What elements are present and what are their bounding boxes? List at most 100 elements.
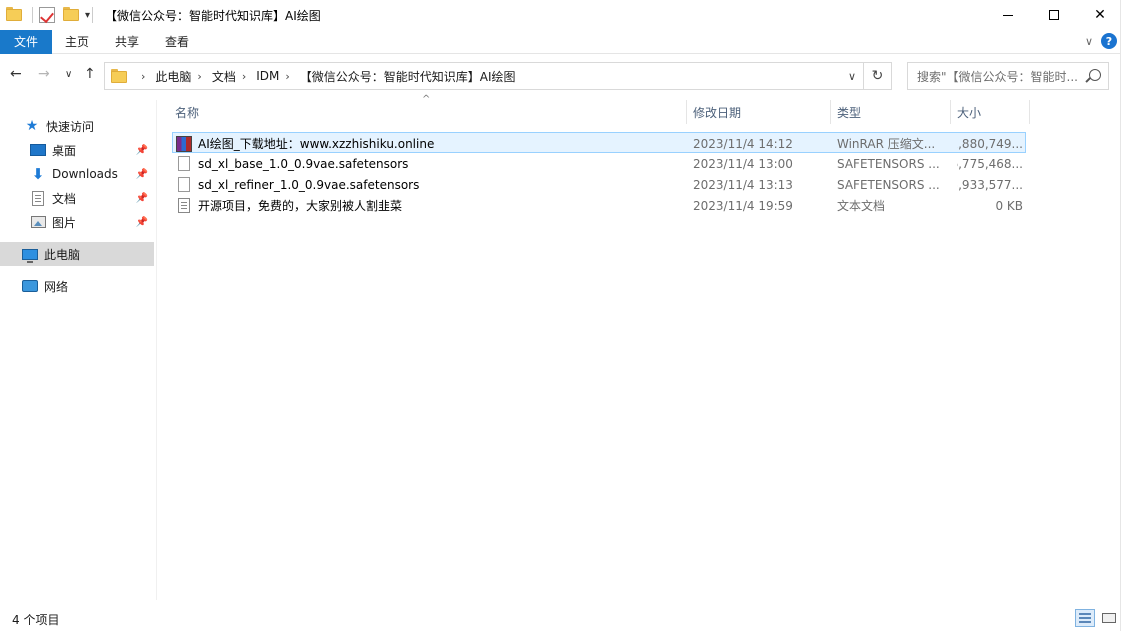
minimize-icon xyxy=(1003,14,1013,16)
table-row[interactable]: 开源项目，免费的，大家别被人割韭菜 2023/11/4 19:59 文本文档 0… xyxy=(172,195,1026,216)
table-row[interactable]: AI绘图_下载地址：www.xzzhishiku.online 2023/11/… xyxy=(172,132,1026,153)
sidebar-item-label: 图片 xyxy=(52,215,77,230)
item-count: 4 个项目 xyxy=(12,613,60,627)
back-arrow-icon[interactable]: ← xyxy=(10,66,22,82)
pin-icon[interactable]: 📌 xyxy=(136,145,148,156)
table-row[interactable]: sd_xl_base_1.0_0.9vae.safetensors 2023/1… xyxy=(172,153,1026,174)
close-button[interactable]: ✕ xyxy=(1077,0,1123,30)
file-name: sd_xl_refiner_1.0_0.9vae.safetensors xyxy=(198,177,420,192)
tab-share[interactable]: 共享 xyxy=(102,30,152,54)
sidebar-item-label: 快速访问 xyxy=(46,119,95,134)
file-name-cell: sd_xl_refiner_1.0_0.9vae.safetensors xyxy=(176,174,686,195)
breadcrumb-separator-icon: › xyxy=(141,69,146,83)
breadcrumb-separator-icon[interactable]: › xyxy=(242,70,246,83)
breadcrumb-separator-icon[interactable]: › xyxy=(285,70,289,83)
pane-divider[interactable] xyxy=(156,100,157,600)
breadcrumb-separator-icon[interactable]: › xyxy=(197,70,201,83)
file-date: 2023/11/4 13:00 xyxy=(693,156,793,171)
sidebar-item-documents[interactable]: 文档 📌 xyxy=(0,186,154,210)
file-name-cell: 开源项目，免费的，大家别被人割韭菜 xyxy=(176,195,686,216)
file-name: AI绘图_下载地址：www.xzzhishiku.online xyxy=(198,137,435,151)
this-pc-icon-wrap xyxy=(22,246,38,263)
file-size: 0 KB xyxy=(995,198,1023,213)
pictures-icon-wrap xyxy=(30,214,46,230)
ribbon-tabs: 文件 主页 共享 查看 ∨ ? xyxy=(0,29,1123,54)
address-history-dropdown-icon[interactable]: ∨ xyxy=(841,63,863,89)
help-icon[interactable]: ? xyxy=(1101,33,1117,49)
view-switcher xyxy=(1075,609,1119,627)
desktop-icon-wrap xyxy=(30,142,46,158)
tab-home[interactable]: 主页 xyxy=(52,30,102,54)
sidebar-item-label: 此电脑 xyxy=(44,247,81,262)
winrar-archive-icon xyxy=(176,135,192,152)
column-header-type[interactable]: 类型 xyxy=(830,100,950,124)
up-arrow-icon[interactable]: ↑ xyxy=(84,66,96,82)
file-size: 1,880,749... xyxy=(957,136,1023,151)
file-name: 开源项目，免费的，大家别被人割韭菜 xyxy=(198,199,403,213)
breadcrumb-idm[interactable]: IDM xyxy=(256,69,279,83)
sidebar-item-downloads[interactable]: ⬇ Downloads 📌 xyxy=(0,162,154,186)
minimize-button[interactable] xyxy=(985,0,1031,30)
folder-icon xyxy=(6,7,22,23)
search-icon xyxy=(1089,69,1101,81)
file-name-cell: sd_xl_base_1.0_0.9vae.safetensors xyxy=(176,153,686,174)
expand-ribbon-chevron-icon[interactable]: ∨ xyxy=(1085,35,1093,48)
file-date: 2023/11/4 19:59 xyxy=(693,198,793,213)
maximize-button[interactable] xyxy=(1031,0,1077,30)
sidebar-item-this-pc[interactable]: 此电脑 xyxy=(0,242,154,266)
window-title: 【微信公众号：智能时代知识库】AI绘图 xyxy=(105,8,321,23)
properties-icon[interactable] xyxy=(39,7,55,23)
file-size: 6,775,468... xyxy=(957,156,1023,171)
table-row[interactable]: sd_xl_refiner_1.0_0.9vae.safetensors 202… xyxy=(172,174,1026,195)
search-input[interactable]: 搜索"【微信公众号：智能时... xyxy=(907,62,1109,90)
sidebar-item-quick-access[interactable]: ★ 快速访问 xyxy=(0,114,154,138)
sidebar-item-network[interactable]: 网络 xyxy=(0,274,154,298)
column-divider[interactable] xyxy=(1029,100,1030,124)
column-header-date[interactable]: 修改日期 xyxy=(686,100,830,124)
text-file-icon xyxy=(176,197,192,214)
maximize-icon xyxy=(1049,10,1059,20)
pin-icon[interactable]: 📌 xyxy=(136,193,148,204)
sidebar-item-desktop[interactable]: 桌面 📌 xyxy=(0,138,154,162)
sidebar-item-label: 网络 xyxy=(44,279,69,294)
recent-locations-chevron-icon[interactable]: ∨ xyxy=(65,69,72,80)
file-icon xyxy=(176,155,192,172)
pin-icon[interactable]: 📌 xyxy=(136,169,148,180)
sidebar-item-pictures[interactable]: 图片 📌 xyxy=(0,210,154,234)
customize-toolbar-dropdown-icon[interactable]: ▾ xyxy=(85,10,90,21)
address-bar[interactable]: › 此电脑 › 文档 › IDM › 【微信公众号：智能时代知识库】AI绘图 ∨ xyxy=(104,62,864,90)
documents-icon-wrap xyxy=(30,190,46,206)
folder-icon xyxy=(111,69,127,83)
forward-arrow-icon[interactable]: → xyxy=(38,66,50,82)
tab-file[interactable]: 文件 xyxy=(0,29,53,54)
column-header-name[interactable]: 名称 xyxy=(168,100,686,124)
tab-view[interactable]: 查看 xyxy=(152,30,202,54)
desktop-icon xyxy=(30,144,46,156)
star-icon: ★ xyxy=(25,118,39,134)
file-type: WinRAR 压缩文... xyxy=(837,137,936,151)
file-icon xyxy=(176,176,192,193)
new-folder-icon[interactable] xyxy=(63,7,79,23)
breadcrumb-this-pc[interactable]: 此电脑 xyxy=(155,68,191,85)
navigation-pane: ★ 快速访问 桌面 📌 ⬇ Downloads 📌 文档 📌 图片 📌 此电脑 … xyxy=(0,100,156,600)
details-view-icon xyxy=(1079,613,1091,623)
refresh-icon: ↻ xyxy=(871,68,884,84)
sidebar-item-label: 桌面 xyxy=(52,143,77,158)
large-icons-view-button[interactable] xyxy=(1099,609,1119,627)
file-type: SAFETENSORS ... xyxy=(837,156,940,171)
file-type: SAFETENSORS ... xyxy=(837,177,940,192)
details-view-button[interactable] xyxy=(1075,609,1095,627)
file-size: 5,933,577... xyxy=(957,177,1023,192)
breadcrumb-documents[interactable]: 文档 xyxy=(212,68,236,85)
breadcrumb-current-folder[interactable]: 【微信公众号：智能时代知识库】AI绘图 xyxy=(300,68,516,85)
file-date: 2023/11/4 13:13 xyxy=(693,177,793,192)
title-bar: ▾ 【微信公众号：智能时代知识库】AI绘图 ✕ xyxy=(0,0,1123,30)
column-header-size[interactable]: 大小 xyxy=(950,100,1030,124)
sidebar-item-label: 文档 xyxy=(52,191,77,206)
documents-icon xyxy=(32,190,44,206)
this-pc-icon xyxy=(22,248,38,263)
pictures-icon xyxy=(30,216,46,228)
refresh-button[interactable]: ↻ xyxy=(864,62,892,90)
pin-icon[interactable]: 📌 xyxy=(136,217,148,228)
sidebar-item-label: Downloads xyxy=(52,167,118,181)
